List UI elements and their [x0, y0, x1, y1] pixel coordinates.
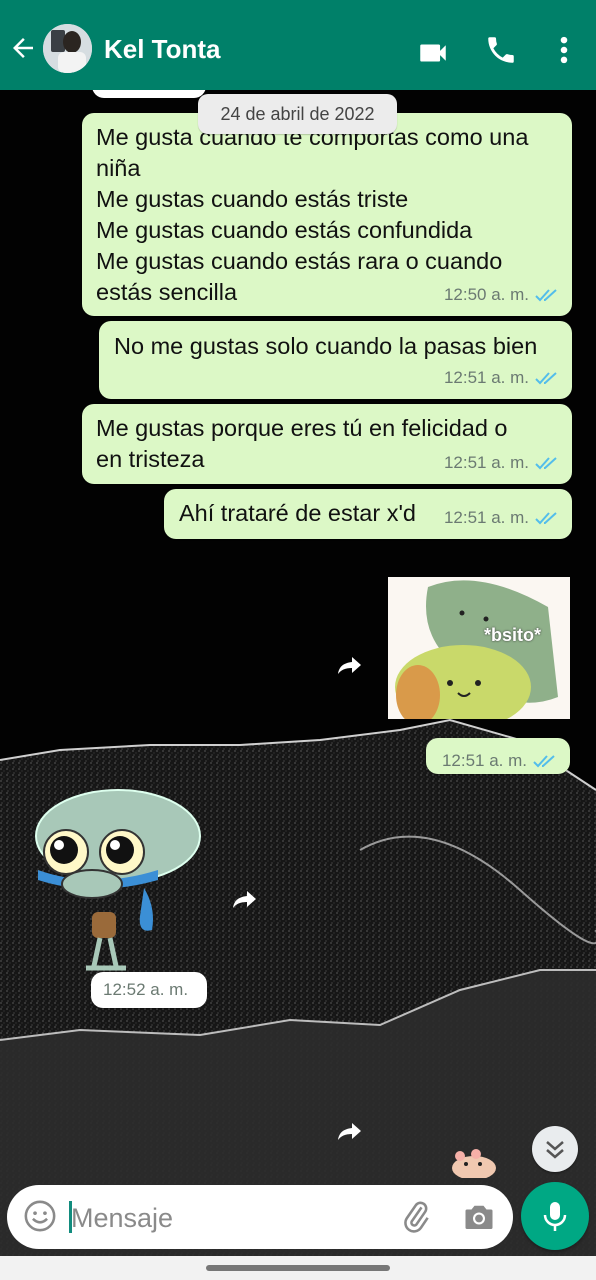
message-meta: 12:50 a. m. [444, 279, 560, 310]
avatar-photo-icon [43, 24, 92, 73]
contact-avatar[interactable] [43, 24, 92, 73]
back-arrow-icon[interactable] [8, 33, 38, 63]
forward-icon[interactable] [337, 654, 363, 676]
crying-squidward-sticker[interactable] [34, 788, 202, 974]
message-meta: 12:51 a. m. [444, 502, 560, 533]
contact-name[interactable]: Kel Tonta [104, 34, 221, 65]
double-check-read-icon [535, 511, 557, 524]
phone-icon[interactable] [484, 33, 518, 67]
message-time: 12:51 a. m. [441, 751, 527, 770]
emoji-icon[interactable] [23, 1199, 57, 1233]
forward-icon[interactable] [337, 1120, 363, 1142]
image-time-bubble: 12:51 a. m. [426, 738, 570, 774]
message-time: 12:50 a. m. [443, 285, 529, 304]
outgoing-message-bubble[interactable]: Me gustas porque eres tú en felicidad o … [82, 404, 572, 484]
message-time: 12:51 a. m. [443, 453, 529, 472]
system-navigation-bar [0, 1256, 596, 1280]
message-text: No me gustas solo cuando la pasas bien [114, 333, 538, 359]
date-separator: 24 de abril de 2022 [198, 94, 397, 134]
outgoing-message-bubble[interactable]: Me gusta cuando te comportas como una ni… [82, 113, 572, 316]
double-check-read-icon [535, 288, 557, 301]
more-vertical-icon[interactable] [552, 33, 576, 67]
microphone-icon [543, 1202, 567, 1231]
double-check-read-icon [535, 456, 557, 469]
hamster-sticker-peek[interactable] [450, 1146, 498, 1178]
camera-icon[interactable] [461, 1199, 497, 1235]
message-meta: 12:51 a. m. [442, 745, 558, 776]
double-check-read-icon [533, 754, 555, 767]
sticker-time-bubble: 12:52 a. m. [91, 972, 207, 1008]
scroll-to-bottom-button[interactable] [532, 1126, 578, 1172]
double-chevron-down-icon [546, 1141, 564, 1159]
message-composer [7, 1185, 513, 1249]
video-camera-icon[interactable] [416, 36, 450, 70]
outgoing-message-bubble[interactable]: Ahí trataré de estar x'd 12:51 a. m. [164, 489, 572, 539]
message-input[interactable] [69, 1197, 373, 1239]
message-time: 12:51 a. m. [443, 508, 529, 527]
image-caption: *bsito* [484, 625, 542, 645]
message-text: Ahí trataré de estar x'd [179, 500, 416, 526]
paperclip-icon[interactable] [399, 1199, 433, 1235]
forward-icon[interactable] [232, 888, 258, 910]
message-meta: 12:51 a. m. [444, 447, 560, 478]
home-gesture-handle[interactable] [206, 1265, 390, 1271]
message-meta: 12:51 a. m. [444, 362, 560, 393]
microphone-button[interactable] [521, 1182, 589, 1250]
message-time: 12:52 a. m. [103, 980, 189, 999]
chat-header: Kel Tonta [0, 0, 596, 90]
double-check-read-icon [535, 371, 557, 384]
message-time: 12:51 a. m. [443, 368, 529, 387]
message-meta: 12:52 a. m. [103, 980, 188, 1000]
outgoing-message-bubble[interactable]: No me gustas solo cuando la pasas bien 1… [99, 321, 572, 399]
image-message[interactable]: *bsito* [388, 577, 570, 719]
plush-toy-image [388, 577, 570, 719]
